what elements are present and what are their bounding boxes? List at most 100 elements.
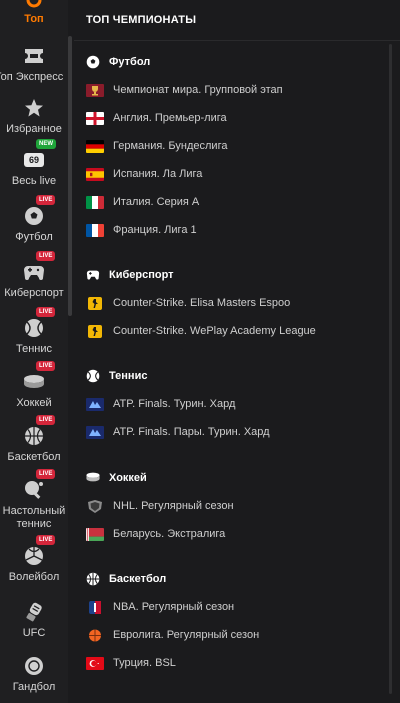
live-count: 69 bbox=[24, 153, 44, 167]
flame-icon bbox=[22, 0, 46, 10]
counter-strike-icon bbox=[86, 296, 104, 310]
sidebar-item-favorites[interactable]: Избранное bbox=[0, 96, 68, 152]
live-badge: LIVE bbox=[36, 361, 56, 371]
championship-row[interactable]: Беларусь. Экстралига bbox=[74, 520, 386, 548]
championship-name: Англия. Премьер-лига bbox=[113, 112, 227, 124]
sidebar-scrollbar[interactable] bbox=[68, 36, 72, 316]
nhl-logo-icon bbox=[86, 499, 104, 513]
live-badge: LIVE bbox=[36, 251, 56, 261]
england-flag-icon bbox=[86, 111, 104, 125]
live-counter: NEW 69 bbox=[22, 139, 56, 172]
atp-logo-icon bbox=[86, 425, 104, 439]
tennis-ball-icon: LIVE bbox=[22, 307, 56, 340]
championship-row[interactable]: Чемпионат мира. Групповой этап bbox=[74, 76, 386, 104]
championship-row[interactable]: ATP. Finals. Пары. Турин. Хард bbox=[74, 418, 386, 446]
championship-name: Германия. Бундеслига bbox=[113, 140, 228, 152]
hockey-puck-icon: LIVE bbox=[22, 361, 56, 394]
championship-row[interactable]: ATP. Finals. Турин. Хард bbox=[74, 390, 386, 418]
sidebar-item-label: Настольный теннис bbox=[2, 505, 66, 530]
sidebar-item-tennis[interactable]: LIVE Теннис bbox=[0, 307, 68, 372]
championship-row[interactable]: NHL. Регулярный сезон bbox=[74, 492, 386, 520]
turkey-flag-icon bbox=[86, 656, 104, 670]
page-title: ТОП ЧЕМПИОНАТЫ bbox=[74, 0, 400, 41]
championship-row[interactable]: NBA. Регулярный сезон bbox=[74, 593, 386, 621]
section-football: Футбол Чемпионат мира. Групповой этап Ан… bbox=[74, 52, 386, 244]
section-esports: Киберспорт Counter-Strike. Elisa Masters… bbox=[74, 265, 386, 345]
section-title: Киберспорт bbox=[109, 269, 174, 281]
section-title: Хоккей bbox=[109, 472, 147, 484]
counter-strike-icon bbox=[86, 324, 104, 338]
sidebar-item-label: Футбол bbox=[15, 231, 53, 243]
spain-flag-icon bbox=[86, 167, 104, 181]
championship-row[interactable]: Франция. Лига 1 bbox=[74, 216, 386, 244]
championship-name: Турция. BSL bbox=[113, 657, 176, 669]
belarus-flag-icon bbox=[86, 527, 104, 541]
section-title: Футбол bbox=[109, 56, 151, 68]
sidebar-item-label: Гандбол bbox=[12, 681, 56, 693]
sidebar-item-football[interactable]: LIVE Футбол bbox=[0, 195, 68, 260]
championship-row[interactable]: Англия. Премьер-лига bbox=[74, 104, 386, 132]
germany-flag-icon bbox=[86, 139, 104, 153]
sidebar-item-label: Топ bbox=[24, 13, 44, 25]
france-flag-icon bbox=[86, 223, 104, 237]
ping-pong-paddle-icon: LIVE bbox=[22, 469, 56, 502]
championship-name: Италия. Серия А bbox=[113, 196, 200, 208]
italy-flag-icon bbox=[86, 195, 104, 209]
sidebar-item-esports[interactable]: LIVE Киберспорт bbox=[0, 251, 68, 316]
basketball-icon bbox=[86, 572, 100, 586]
soccer-ball-icon bbox=[86, 55, 100, 69]
sidebar-item-hockey[interactable]: LIVE Хоккей bbox=[0, 361, 68, 426]
live-badge: LIVE bbox=[36, 307, 56, 317]
world-cup-trophy-icon bbox=[86, 83, 104, 97]
section-tennis: Теннис ATP. Finals. Турин. Хард ATP. Fin… bbox=[74, 366, 386, 446]
live-badge: LIVE bbox=[36, 415, 56, 425]
sidebar-item-label: Киберспорт bbox=[4, 287, 64, 299]
section-header: Баскетбол bbox=[74, 569, 386, 589]
nba-logo-icon bbox=[86, 600, 104, 614]
sidebar-item-label: Теннис bbox=[15, 343, 52, 355]
championship-row[interactable]: Турция. BSL bbox=[74, 649, 386, 677]
sidebar-item-table-tennis[interactable]: LIVE Настольный теннис bbox=[0, 469, 68, 534]
gamepad-icon bbox=[86, 268, 100, 282]
championship-name: ATP. Finals. Турин. Хард bbox=[113, 398, 236, 410]
live-badge: LIVE bbox=[36, 195, 56, 205]
championship-row[interactable]: Германия. Бундеслига bbox=[74, 132, 386, 160]
sidebar-item-label: Топ Экспресс bbox=[0, 71, 64, 83]
handball-icon bbox=[22, 654, 46, 678]
live-badge: LIVE bbox=[36, 535, 56, 545]
championship-row[interactable]: Евролига. Регулярный сезон bbox=[74, 621, 386, 649]
championship-name: Чемпионат мира. Групповой этап bbox=[113, 84, 283, 96]
sidebar-item-handball[interactable]: Гандбол bbox=[0, 654, 68, 703]
sidebar-item-label: Весь live bbox=[11, 175, 57, 187]
section-header: Киберспорт bbox=[74, 265, 386, 285]
championship-row[interactable]: Испания. Ла Лига bbox=[74, 160, 386, 188]
new-badge: NEW bbox=[36, 139, 56, 149]
sidebar-item-all-live[interactable]: NEW 69 Весь live bbox=[0, 139, 68, 204]
section-title: Теннис bbox=[109, 370, 148, 382]
main-scrollbar[interactable] bbox=[389, 44, 392, 694]
sidebar-item-ufc[interactable]: UFC bbox=[0, 600, 68, 656]
championship-name: Counter-Strike. WePlay Academy League bbox=[113, 325, 316, 337]
volleyball-icon: LIVE bbox=[22, 535, 56, 568]
championship-name: Евролига. Регулярный сезон bbox=[113, 629, 260, 641]
star-icon bbox=[22, 96, 46, 120]
euroleague-logo-icon bbox=[86, 629, 104, 642]
sidebar-item-top-express[interactable]: Топ Экспресс bbox=[0, 44, 68, 100]
championship-row[interactable]: Counter-Strike. Elisa Masters Espoo bbox=[74, 289, 386, 317]
sidebar-item-label: Хоккей bbox=[16, 397, 52, 409]
live-badge: LIVE bbox=[36, 469, 56, 479]
championship-name: NHL. Регулярный сезон bbox=[113, 500, 234, 512]
sidebar-item-basketball[interactable]: LIVE Баскетбол bbox=[0, 415, 68, 480]
section-header: Футбол bbox=[74, 52, 386, 72]
championship-name: Испания. Ла Лига bbox=[113, 168, 203, 180]
championship-row[interactable]: Италия. Серия А bbox=[74, 188, 386, 216]
sidebar-item-volleyball[interactable]: LIVE Волейбол bbox=[0, 535, 68, 600]
championship-name: Франция. Лига 1 bbox=[113, 224, 197, 236]
gamepad-icon: LIVE bbox=[22, 251, 56, 284]
championship-name: NBA. Регулярный сезон bbox=[113, 601, 235, 613]
championship-name: Counter-Strike. Elisa Masters Espoo bbox=[113, 297, 291, 309]
section-header: Теннис bbox=[74, 366, 386, 386]
ticket-icon bbox=[22, 44, 46, 68]
championship-row[interactable]: Counter-Strike. WePlay Academy League bbox=[74, 317, 386, 345]
section-hockey: Хоккей NHL. Регулярный сезон Беларусь. Э… bbox=[74, 468, 386, 548]
